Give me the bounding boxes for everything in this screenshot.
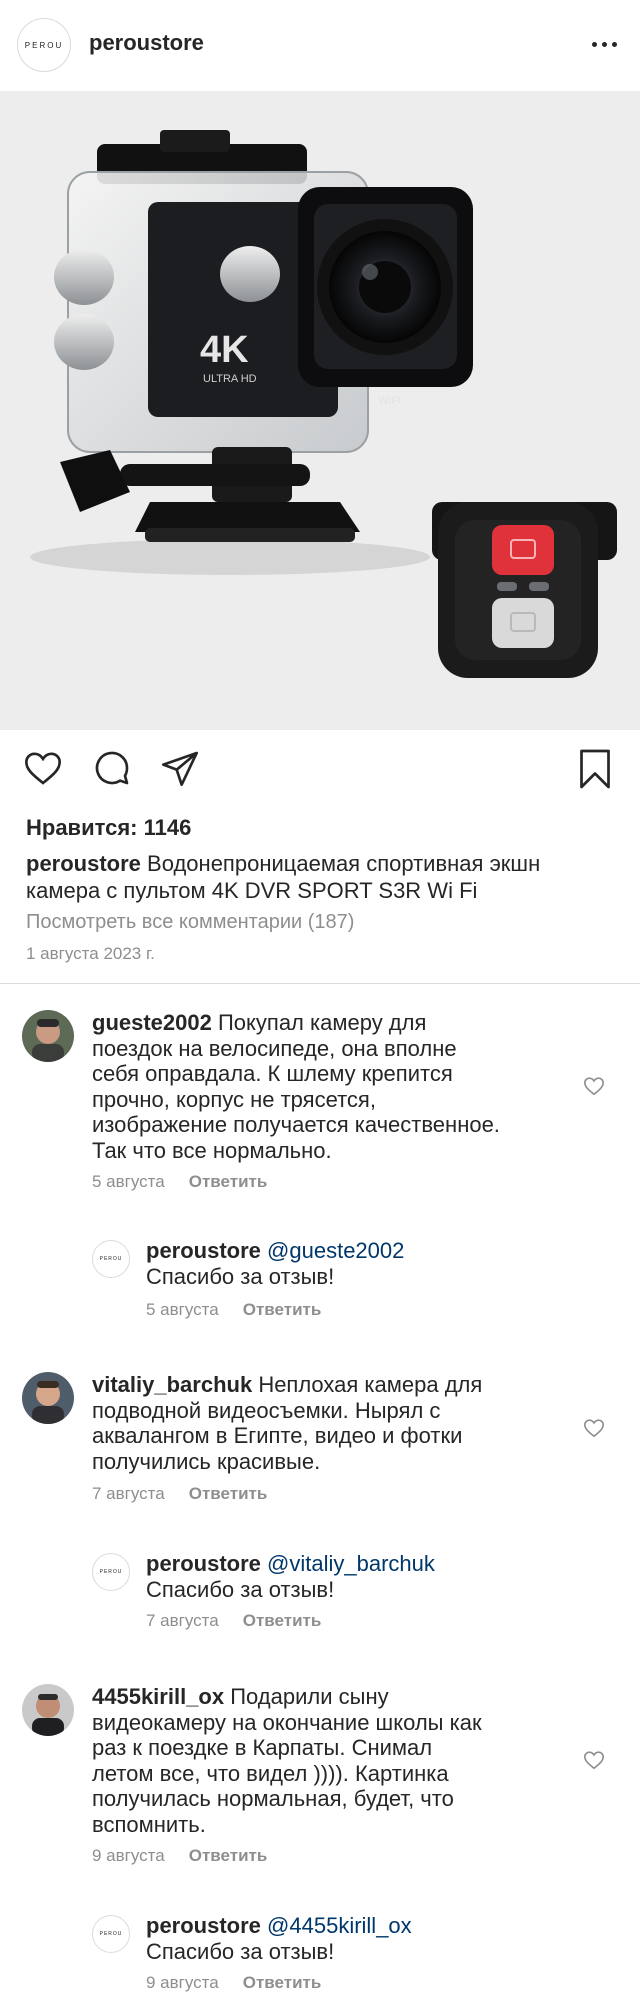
share-icon[interactable] bbox=[160, 748, 200, 788]
comment-line: Спасибо за отзыв! bbox=[146, 1263, 335, 1289]
reply-button[interactable]: Ответить bbox=[189, 1846, 268, 1865]
comment-line: себя оправдала. К шлему крепится bbox=[92, 1061, 453, 1086]
avatar[interactable]: PEROU bbox=[92, 1915, 130, 1953]
logo-text: PEROU bbox=[99, 1931, 123, 1937]
reply-text: peroustore @gueste2002 Спасибо за отзыв! bbox=[146, 1238, 606, 1289]
comment-date: 5 августа bbox=[92, 1172, 165, 1191]
comment-line: раз к поездке в Карпаты. Снимал bbox=[92, 1735, 433, 1760]
mention-link[interactable]: @vitaliy_barchuk bbox=[267, 1551, 435, 1576]
comment-line: видеокамеру на окончание школы как bbox=[92, 1709, 482, 1735]
like-comment-heart-icon[interactable] bbox=[583, 1075, 605, 1097]
reply-button[interactable]: Ответить bbox=[189, 1172, 268, 1191]
comment-line: Спасибо за отзыв! bbox=[146, 1576, 335, 1602]
comment-line: получилась нормальная, будет, что bbox=[92, 1786, 454, 1811]
reply-button[interactable]: Ответить bbox=[243, 1300, 322, 1319]
comment-username[interactable]: 4455kirill_ox bbox=[92, 1684, 224, 1709]
like-comment-heart-icon[interactable] bbox=[583, 1417, 605, 1439]
comment-meta: 9 августа Ответить bbox=[92, 1846, 267, 1866]
comment-meta: 5 августа Ответить bbox=[92, 1172, 267, 1192]
action-camera-image: 4K ULTRA HD WiFi bbox=[30, 130, 617, 678]
likes-count[interactable]: Нравится: 1146 bbox=[26, 815, 191, 841]
like-comment-heart-icon[interactable] bbox=[583, 1749, 605, 1771]
comment-line: изображение получается качественное. bbox=[92, 1112, 500, 1137]
avatar[interactable] bbox=[22, 1372, 74, 1424]
comment-username[interactable]: vitaliy_barchuk bbox=[92, 1372, 252, 1397]
mention-link[interactable]: @gueste2002 bbox=[267, 1238, 404, 1263]
label-4k: 4K bbox=[200, 329, 249, 371]
label-ultrahd: ULTRA HD bbox=[203, 373, 257, 385]
comment-username[interactable]: peroustore bbox=[146, 1913, 261, 1938]
comment-line: Подарили сыну bbox=[230, 1684, 389, 1709]
more-icon[interactable] bbox=[584, 28, 624, 60]
remote-red-button-shape bbox=[492, 525, 554, 575]
post-date: 1 августа 2023 г. bbox=[26, 944, 155, 963]
comment-icon[interactable] bbox=[92, 748, 132, 788]
divider bbox=[0, 983, 640, 984]
avatar[interactable]: PEROU bbox=[92, 1553, 130, 1591]
comment-line: Спасибо за отзыв! bbox=[146, 1938, 335, 1964]
post-image: 4K ULTRA HD WiFi bbox=[0, 92, 640, 730]
comment-date: 7 августа bbox=[92, 1484, 165, 1503]
reply-button[interactable]: Ответить bbox=[243, 1611, 322, 1630]
post-header: PEROU peroustore bbox=[0, 0, 640, 92]
header-username[interactable]: peroustore bbox=[89, 30, 204, 56]
reply-text: peroustore @4455kirill_ox Спасибо за отз… bbox=[146, 1913, 606, 1964]
reply-button[interactable]: Ответить bbox=[243, 1973, 322, 1992]
comment-line: летом все, что видел )))). Картинка bbox=[92, 1760, 449, 1786]
store-avatar[interactable]: PEROU bbox=[17, 18, 71, 72]
comment-line: аквалангом в Египте, видео и фотки bbox=[92, 1423, 463, 1448]
comment-line: Покупал камеру для bbox=[217, 1010, 427, 1035]
comment-date: 5 августа bbox=[146, 1300, 219, 1319]
caption-username[interactable]: peroustore bbox=[26, 851, 141, 876]
heart-icon[interactable] bbox=[22, 748, 64, 788]
comment-line: поездок на велосипеде, она вполне bbox=[92, 1035, 457, 1061]
bookmark-icon[interactable] bbox=[577, 748, 613, 790]
mention-link[interactable]: @4455kirill_ox bbox=[267, 1913, 412, 1938]
comment-line: вспомнить. bbox=[92, 1811, 206, 1837]
comment-line: подводной видеосъемки. Нырял с bbox=[92, 1397, 441, 1423]
comment-date: 9 августа bbox=[92, 1846, 165, 1865]
comment-text: gueste2002 Покупал камеру для поездок на… bbox=[92, 1010, 612, 1163]
comment-meta: 5 августа Ответить bbox=[146, 1300, 321, 1320]
comment-text: vitaliy_barchuk Неплохая камера для подв… bbox=[92, 1372, 612, 1474]
comment-username[interactable]: peroustore bbox=[146, 1551, 261, 1576]
comment-date: 9 августа bbox=[146, 1973, 219, 1992]
comment-line: Неплохая камера для bbox=[258, 1372, 483, 1397]
view-all-comments-link[interactable]: Посмотреть все комментарии (187) bbox=[26, 911, 354, 934]
comment-line: Так что все нормально. bbox=[92, 1137, 332, 1163]
avatar[interactable]: PEROU bbox=[92, 1240, 130, 1278]
logo-text: PEROU bbox=[24, 40, 64, 50]
comment-meta: 9 августа Ответить bbox=[146, 1973, 321, 1993]
comment-meta: 7 августа Ответить bbox=[92, 1484, 267, 1504]
comment-text: 4455kirill_ox Подарили сыну видеокамеру … bbox=[92, 1684, 612, 1837]
avatar[interactable] bbox=[22, 1010, 74, 1062]
label-wifi: WiFi bbox=[378, 395, 401, 407]
comment-line: получились красивые. bbox=[92, 1448, 321, 1474]
comment-meta: 7 августа Ответить bbox=[146, 1611, 321, 1631]
reply-button[interactable]: Ответить bbox=[189, 1484, 268, 1503]
comment-date: 7 августа bbox=[146, 1611, 219, 1630]
action-bar bbox=[0, 742, 640, 798]
reply-text: peroustore @vitaliy_barchuk Спасибо за о… bbox=[146, 1551, 606, 1602]
post-caption: peroustore Водонепроницаемая спортивная … bbox=[26, 850, 616, 904]
comment-username[interactable]: gueste2002 bbox=[92, 1010, 212, 1035]
avatar[interactable] bbox=[22, 1684, 74, 1736]
logo-text: PEROU bbox=[99, 1569, 123, 1575]
comment-line: прочно, корпус не трясется, bbox=[92, 1086, 376, 1112]
logo-text: PEROU bbox=[99, 1256, 123, 1262]
comment-username[interactable]: peroustore bbox=[146, 1238, 261, 1263]
